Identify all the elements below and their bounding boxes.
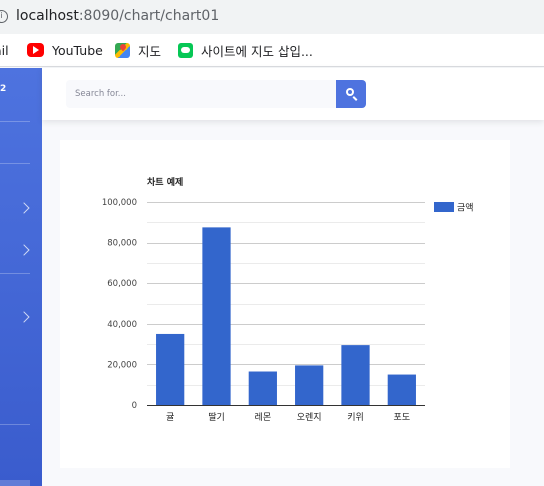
topbar	[42, 68, 544, 120]
chart-gridlines	[147, 202, 425, 386]
legend-label: 금액	[457, 202, 474, 214]
sidebar-divider	[0, 424, 30, 425]
bar	[248, 371, 277, 405]
x-tick-label: 포도	[394, 413, 411, 423]
sidebar-divider	[0, 163, 30, 164]
legend-swatch	[434, 202, 454, 212]
bookmark-youtube[interactable]: YouTube	[27, 40, 103, 60]
y-tick-label: 100,000	[102, 198, 137, 208]
bar	[341, 345, 370, 405]
x-tick-label: 키위	[347, 412, 364, 423]
maps-icon	[115, 42, 130, 58]
x-axis-ticks: 귤 딸기 레몬 오렌지 키위 포도	[166, 411, 410, 423]
info-icon[interactable]: i	[0, 10, 8, 23]
bar-chart: 차트 예제 0 20,000 40,000 60,000 80,000 100,000 귤…	[102, 176, 474, 423]
bookmark-label: ail	[0, 42, 9, 58]
sidebar-toggle[interactable]	[0, 480, 30, 486]
y-tick-label: 60,000	[107, 279, 137, 289]
chart-bars	[156, 227, 416, 405]
chevron-right-icon[interactable]	[18, 202, 30, 214]
bookmarks-bar: ail YouTube 지도 사이트에 지도 삽입...	[0, 34, 544, 67]
sidebar: 2	[0, 68, 42, 486]
chart-card: 차트 예제 0 20,000 40,000 60,000 80,000 100,000 귤…	[60, 140, 510, 468]
y-tick-label: 0	[132, 401, 137, 411]
y-axis-ticks: 0 20,000 40,000 60,000 80,000 100,000	[102, 198, 137, 411]
y-tick-label: 80,000	[107, 239, 137, 249]
search-button[interactable]	[336, 80, 366, 108]
bookmark-label: YouTube	[52, 42, 103, 58]
address-bar[interactable]: i localhost:8090/chart/chart01	[0, 0, 544, 34]
bar	[156, 333, 185, 405]
youtube-icon	[27, 43, 44, 57]
url-host: localhost	[16, 8, 79, 24]
url-path: :8090/chart/chart01	[78, 8, 220, 24]
bookmark-gmail[interactable]: ail	[0, 40, 9, 60]
url-text[interactable]: localhost:8090/chart/chart01	[16, 8, 219, 24]
bookmark-label: 지도	[138, 43, 162, 59]
bar	[295, 365, 324, 405]
chevron-right-icon[interactable]	[18, 311, 30, 323]
bookmark-map-embed[interactable]: 사이트에 지도 삽입...	[178, 40, 313, 60]
line-icon	[178, 42, 193, 58]
bar	[202, 227, 231, 405]
bar	[387, 374, 416, 405]
x-tick-label: 레몬	[255, 412, 272, 423]
sidebar-divider	[0, 273, 30, 274]
chart-title: 차트 예제	[147, 176, 183, 188]
y-tick-label: 40,000	[107, 320, 137, 330]
bookmark-label: 사이트에 지도 삽입...	[201, 43, 313, 59]
y-tick-label: 20,000	[107, 360, 137, 370]
search-icon	[346, 88, 354, 96]
chevron-right-icon[interactable]	[18, 244, 30, 256]
search-input[interactable]	[66, 80, 336, 108]
x-tick-label: 오렌지	[297, 412, 322, 423]
sidebar-divider	[0, 121, 30, 122]
bookmark-maps[interactable]: 지도	[115, 40, 161, 60]
x-tick-label: 딸기	[208, 411, 225, 423]
x-tick-label: 귤	[166, 412, 174, 423]
sidebar-brand[interactable]: 2	[0, 84, 6, 94]
